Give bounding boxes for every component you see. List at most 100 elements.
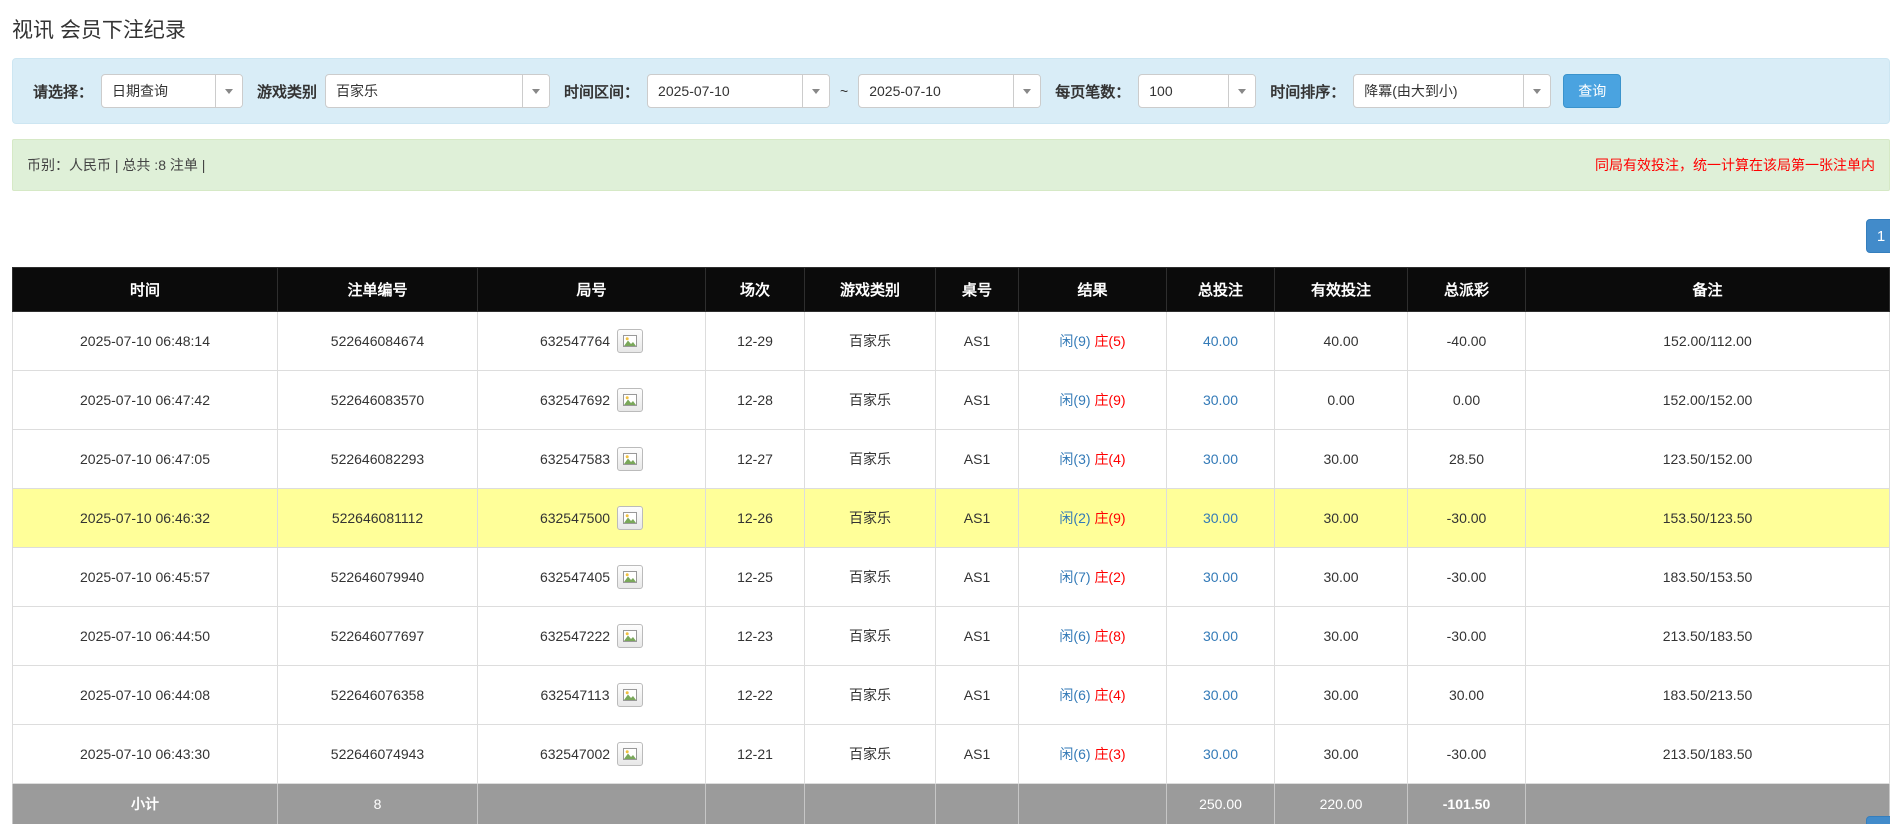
total-bet-link[interactable]: 30.00 bbox=[1203, 628, 1238, 644]
round-number: 632547405 bbox=[540, 569, 610, 585]
cell-valid-bet: 30.00 bbox=[1275, 607, 1408, 666]
date-range-separator: ~ bbox=[838, 83, 850, 99]
chevron-down-icon[interactable] bbox=[522, 75, 549, 107]
cell-result: 闲(9) 庄(9) bbox=[1019, 371, 1167, 430]
total-bet-link[interactable]: 30.00 bbox=[1203, 569, 1238, 585]
cell-game-type: 百家乐 bbox=[805, 607, 936, 666]
cell-game-type: 百家乐 bbox=[805, 548, 936, 607]
cell-payout: -30.00 bbox=[1408, 607, 1526, 666]
cell-session: 12-25 bbox=[706, 548, 805, 607]
date-from-select[interactable]: 2025-07-10 bbox=[647, 74, 830, 108]
page-size-select[interactable]: 100 bbox=[1138, 74, 1256, 108]
table-row: 2025-07-10 06:47:42522646083570632547692… bbox=[13, 371, 1890, 430]
cell-round-id: 632547500 bbox=[478, 489, 706, 548]
chevron-down-icon[interactable] bbox=[215, 75, 242, 107]
result-banker: 庄(8) bbox=[1094, 628, 1125, 644]
cell-remark: 153.50/123.50 bbox=[1526, 489, 1890, 548]
column-header: 结果 bbox=[1019, 268, 1167, 312]
round-media-icon[interactable] bbox=[617, 683, 643, 707]
cell-round-id: 632547692 bbox=[478, 371, 706, 430]
table-row: 2025-07-10 06:44:50522646077697632547222… bbox=[13, 607, 1890, 666]
result-banker: 庄(5) bbox=[1094, 333, 1125, 349]
cell-payout: -30.00 bbox=[1408, 489, 1526, 548]
cell-total-bet: 30.00 bbox=[1167, 548, 1275, 607]
result-banker: 庄(2) bbox=[1094, 569, 1125, 585]
round-number: 632547222 bbox=[540, 628, 610, 644]
cell-bet-id: 522646074943 bbox=[278, 725, 478, 784]
column-header: 局号 bbox=[478, 268, 706, 312]
total-bet-link[interactable]: 30.00 bbox=[1203, 451, 1238, 467]
summary-empty-cell bbox=[936, 784, 1019, 824]
column-header: 游戏类别 bbox=[805, 268, 936, 312]
summary-count: 8 bbox=[278, 784, 478, 824]
date-to-select[interactable]: 2025-07-10 bbox=[858, 74, 1041, 108]
result-banker: 庄(9) bbox=[1094, 392, 1125, 408]
cell-table-no: AS1 bbox=[936, 371, 1019, 430]
query-type-value: 日期查询 bbox=[102, 75, 215, 107]
summary-label: 小计 bbox=[13, 784, 278, 824]
round-media-icon[interactable] bbox=[617, 388, 643, 412]
search-button[interactable]: 查询 bbox=[1563, 74, 1621, 108]
date-from-value: 2025-07-10 bbox=[648, 75, 802, 107]
chevron-down-icon[interactable] bbox=[1013, 75, 1040, 107]
summary-payout: -101.50 bbox=[1408, 784, 1526, 824]
round-media-icon[interactable] bbox=[617, 742, 643, 766]
pagination-bottom-page-1[interactable]: 1 bbox=[1866, 816, 1890, 824]
column-header: 场次 bbox=[706, 268, 805, 312]
total-bet-link[interactable]: 40.00 bbox=[1203, 333, 1238, 349]
sort-select[interactable]: 降冪(由大到小) bbox=[1353, 74, 1551, 108]
summary-empty-cell bbox=[478, 784, 706, 824]
result-banker: 庄(3) bbox=[1094, 746, 1125, 762]
cell-time: 2025-07-10 06:46:32 bbox=[13, 489, 278, 548]
cell-bet-id: 522646079940 bbox=[278, 548, 478, 607]
cell-bet-id: 522646084674 bbox=[278, 312, 478, 371]
chevron-down-icon[interactable] bbox=[1523, 75, 1550, 107]
total-bet-link[interactable]: 30.00 bbox=[1203, 687, 1238, 703]
result-player: 闲(6) bbox=[1059, 628, 1090, 644]
cell-session: 12-28 bbox=[706, 371, 805, 430]
cell-remark: 183.50/213.50 bbox=[1526, 666, 1890, 725]
cell-round-id: 632547583 bbox=[478, 430, 706, 489]
result-player: 闲(3) bbox=[1059, 451, 1090, 467]
cell-remark: 213.50/183.50 bbox=[1526, 725, 1890, 784]
currency-summary-text: 币别：人民币 | 总共 :8 注单 | bbox=[27, 155, 205, 175]
chevron-down-icon[interactable] bbox=[802, 75, 829, 107]
pagination-page-1[interactable]: 1 bbox=[1866, 219, 1890, 253]
game-type-select[interactable]: 百家乐 bbox=[325, 74, 550, 108]
result-player: 闲(6) bbox=[1059, 687, 1090, 703]
cell-session: 12-29 bbox=[706, 312, 805, 371]
cell-result: 闲(6) 庄(8) bbox=[1019, 607, 1167, 666]
column-header: 时间 bbox=[13, 268, 278, 312]
table-row: 2025-07-10 06:45:57522646079940 632547405… bbox=[13, 548, 1890, 607]
cell-remark: 152.00/152.00 bbox=[1526, 371, 1890, 430]
cell-remark: 213.50/183.50 bbox=[1526, 607, 1890, 666]
round-media-icon[interactable] bbox=[617, 565, 643, 589]
round-number: 632547500 bbox=[540, 510, 610, 526]
total-bet-link[interactable]: 30.00 bbox=[1203, 746, 1238, 762]
table-row: 2025-07-10 06:47:05522646082293632547583… bbox=[13, 430, 1890, 489]
round-media-icon[interactable] bbox=[617, 329, 643, 353]
page-size-value: 100 bbox=[1139, 75, 1228, 107]
cell-session: 12-27 bbox=[706, 430, 805, 489]
cell-result: 闲(6) 庄(3) bbox=[1019, 725, 1167, 784]
sort-value: 降冪(由大到小) bbox=[1354, 75, 1523, 107]
cell-remark: 183.50/153.50 bbox=[1526, 548, 1890, 607]
cell-result: 闲(6) 庄(4) bbox=[1019, 666, 1167, 725]
chevron-down-icon[interactable] bbox=[1228, 75, 1255, 107]
query-type-select[interactable]: 日期查询 bbox=[101, 74, 243, 108]
result-player: 闲(9) bbox=[1059, 333, 1090, 349]
cell-game-type: 百家乐 bbox=[805, 371, 936, 430]
round-media-icon[interactable] bbox=[617, 624, 643, 648]
cell-payout: 28.50 bbox=[1408, 430, 1526, 489]
cell-time: 2025-07-10 06:45:57 bbox=[13, 548, 278, 607]
cell-valid-bet: 0.00 bbox=[1275, 371, 1408, 430]
cell-payout: 30.00 bbox=[1408, 666, 1526, 725]
cell-bet-id: 522646081112 bbox=[278, 489, 478, 548]
total-bet-link[interactable]: 30.00 bbox=[1203, 510, 1238, 526]
round-media-icon[interactable] bbox=[617, 506, 643, 530]
cell-payout: -30.00 bbox=[1408, 548, 1526, 607]
total-bet-link[interactable]: 30.00 bbox=[1203, 392, 1238, 408]
summary-empty-cell bbox=[706, 784, 805, 824]
round-media-icon[interactable] bbox=[617, 447, 643, 471]
table-footer: 小计8250.00220.00-101.50总计8250.00220.00-10… bbox=[13, 784, 1890, 824]
